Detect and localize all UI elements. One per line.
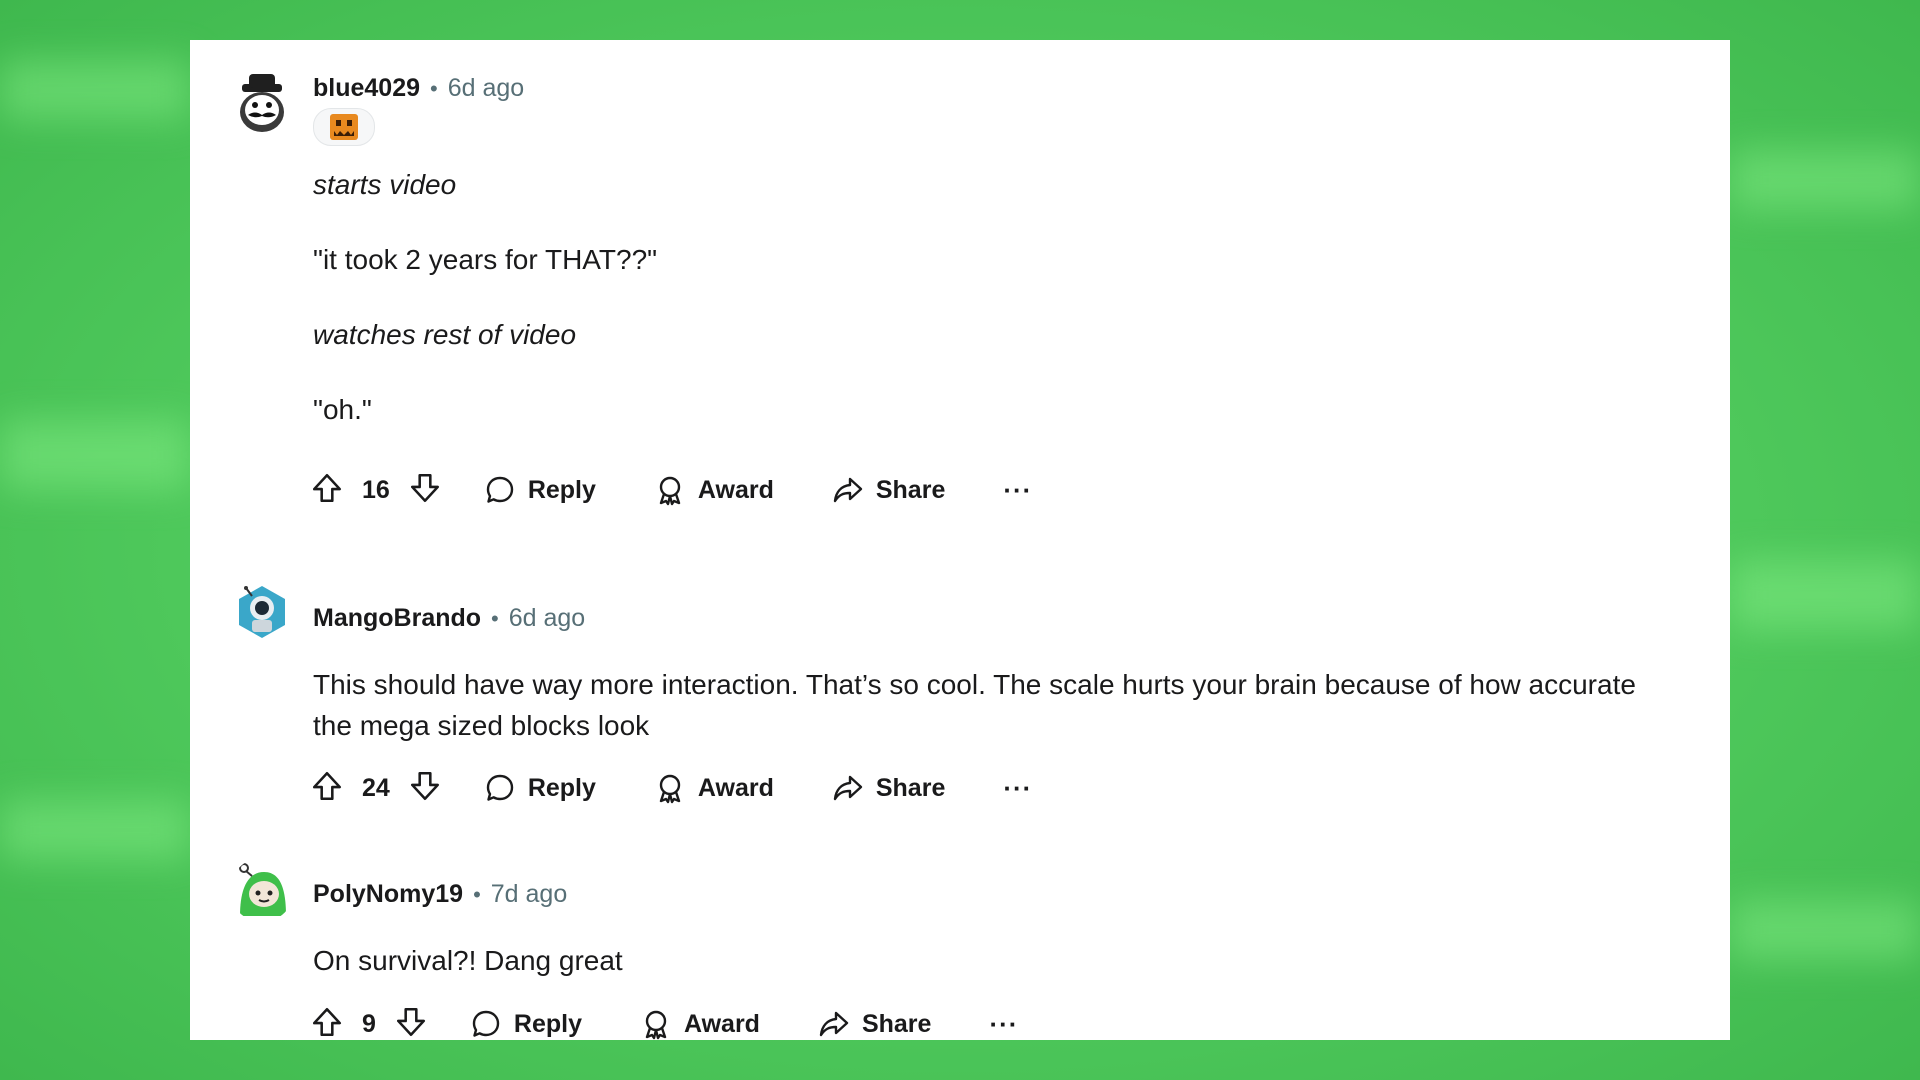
more-options-button[interactable]: ··· bbox=[989, 1009, 1018, 1040]
share-label: Share bbox=[875, 475, 946, 504]
comment-action-bar: 16 Reply Award Share ··· bbox=[310, 470, 1032, 510]
downvote-icon[interactable] bbox=[394, 1005, 428, 1044]
background-streak bbox=[0, 800, 190, 860]
award-button[interactable]: Award bbox=[654, 772, 774, 804]
vote-score: 9 bbox=[362, 1009, 376, 1038]
comment-item: PolyNomy19 • 7d ago On survival?! Dang g… bbox=[190, 810, 1730, 1040]
comment-item: MangoBrando • 6d ago This should have wa… bbox=[190, 530, 1730, 804]
comment-action-bar: 9 Reply Award Share ··· bbox=[310, 1004, 1018, 1044]
comment-paragraph: On survival?! Dang great bbox=[313, 945, 623, 976]
vote-score: 16 bbox=[362, 475, 390, 504]
reply-label: Reply bbox=[527, 773, 596, 802]
reply-button[interactable]: Reply bbox=[484, 474, 596, 506]
award-button[interactable]: Award bbox=[654, 474, 774, 506]
vote-score: 24 bbox=[362, 773, 390, 802]
comment-paragraph: "oh." bbox=[313, 394, 372, 425]
comment-paragraph: "it took 2 years for THAT??" bbox=[313, 244, 658, 275]
comment-body: On survival?! Dang great bbox=[313, 940, 623, 981]
comment-item: blue4029 • 6d ago starts video "it took … bbox=[190, 40, 1730, 510]
downvote-icon[interactable] bbox=[408, 769, 442, 808]
share-icon bbox=[833, 775, 863, 801]
share-button[interactable]: Share bbox=[832, 772, 945, 804]
timestamp[interactable]: 6d ago bbox=[509, 604, 585, 633]
separator-dot: • bbox=[491, 606, 499, 631]
background-streak bbox=[0, 60, 190, 120]
comment-paragraph: This should have way more interaction. T… bbox=[313, 669, 1636, 741]
comment-action-bar: 24 Reply Award Share ··· bbox=[310, 768, 1032, 808]
comment-thread-card: blue4029 • 6d ago starts video "it took … bbox=[190, 40, 1730, 1040]
award-icon bbox=[659, 476, 681, 506]
comment-body: This should have way more interaction. T… bbox=[313, 664, 1673, 746]
mustache-hat-avatar-icon[interactable] bbox=[230, 72, 294, 136]
share-icon bbox=[819, 1011, 849, 1037]
separator-dot: • bbox=[430, 76, 438, 101]
more-options-button[interactable]: ··· bbox=[1003, 773, 1032, 804]
comment-paragraph: watches rest of video bbox=[313, 319, 577, 350]
timestamp[interactable]: 7d ago bbox=[491, 880, 567, 909]
award-label: Award bbox=[697, 475, 774, 504]
award-label: Award bbox=[697, 773, 774, 802]
separator-dot: • bbox=[473, 882, 481, 907]
share-button[interactable]: Share bbox=[832, 474, 945, 506]
reply-button[interactable]: Reply bbox=[470, 1008, 582, 1040]
comment-body: starts video "it took 2 years for THAT??… bbox=[313, 164, 657, 430]
comment-header: blue4029 • 6d ago bbox=[313, 74, 524, 103]
pumpkin-flair-icon bbox=[313, 108, 375, 146]
comment-paragraph: starts video bbox=[313, 169, 457, 200]
reply-icon bbox=[486, 476, 514, 503]
upvote-icon[interactable] bbox=[310, 1005, 344, 1044]
share-icon bbox=[833, 477, 863, 503]
background-streak bbox=[1730, 150, 1920, 210]
comment-header: MangoBrando • 6d ago bbox=[313, 604, 585, 633]
username-link[interactable]: MangoBrando bbox=[313, 604, 481, 633]
reply-button[interactable]: Reply bbox=[484, 772, 596, 804]
astronaut-avatar-icon[interactable] bbox=[230, 580, 294, 644]
award-icon bbox=[645, 1010, 667, 1040]
award-label: Award bbox=[684, 1009, 760, 1038]
username-link[interactable]: PolyNomy19 bbox=[313, 880, 463, 909]
background-streak bbox=[0, 420, 190, 490]
upvote-icon[interactable] bbox=[310, 471, 344, 510]
award-button[interactable]: Award bbox=[640, 1008, 760, 1040]
more-options-button[interactable]: ··· bbox=[1003, 475, 1032, 506]
share-button[interactable]: Share bbox=[818, 1008, 931, 1040]
green-hood-avatar-icon[interactable] bbox=[230, 858, 294, 922]
background-streak bbox=[1730, 560, 1920, 630]
award-icon bbox=[659, 774, 681, 804]
reply-label: Reply bbox=[513, 1009, 582, 1038]
background-streak bbox=[1730, 900, 1920, 960]
username-link[interactable]: blue4029 bbox=[313, 74, 420, 103]
timestamp[interactable]: 6d ago bbox=[448, 74, 524, 103]
upvote-icon[interactable] bbox=[310, 769, 344, 808]
comment-header: PolyNomy19 • 7d ago bbox=[313, 880, 567, 909]
reply-icon bbox=[486, 774, 514, 801]
share-label: Share bbox=[861, 1009, 932, 1038]
downvote-icon[interactable] bbox=[408, 471, 442, 510]
reply-label: Reply bbox=[527, 475, 596, 504]
share-label: Share bbox=[875, 773, 946, 802]
reply-icon bbox=[472, 1010, 500, 1037]
